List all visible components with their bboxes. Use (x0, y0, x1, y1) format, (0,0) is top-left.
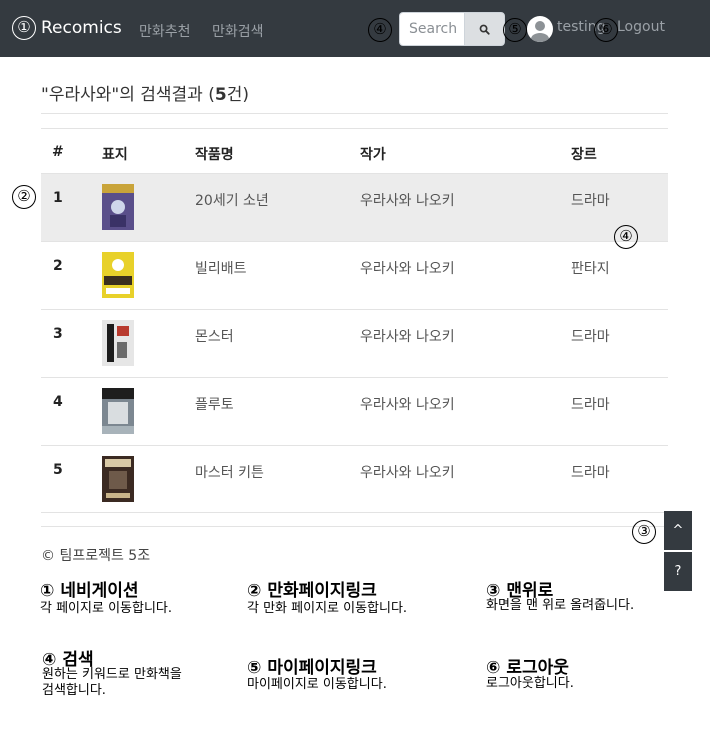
comic-author: 우라사와 나오키 (360, 261, 455, 277)
row-number: 5 (53, 462, 63, 478)
marker-5-mypage: ⑤ (503, 18, 527, 42)
comic-title-link[interactable]: 빌리배트 (195, 258, 247, 278)
comic-title-link[interactable]: 20세기 소년 (195, 190, 269, 210)
table-row[interactable]: 3 몬스터 우라사와 나오키 드라마 (41, 309, 668, 377)
marker-6-logout: ⑥ (594, 18, 618, 42)
comic-genre: 드라마 (571, 329, 610, 345)
comic-genre: 드라마 (571, 193, 610, 209)
help-button[interactable]: ? (664, 552, 692, 591)
result-count: 5 (214, 85, 227, 105)
comic-author: 우라사와 나오키 (360, 465, 455, 481)
legend-desc-mypage: 마이페이지로 이동합니다. (247, 677, 387, 692)
legend-desc-logout: 로그아웃합니다. (486, 676, 574, 691)
legend-desc-search: 원하는 키워드로 만화책을 검색합니다. (42, 667, 182, 698)
table-row[interactable]: 1 20세기 소년 우라사와 나오키 드라마 (41, 173, 668, 241)
user-icon (531, 21, 549, 42)
comic-cover[interactable] (102, 320, 134, 366)
table-row[interactable]: 5 마스터 키튼 우라사와 나오키 드라마 (41, 445, 668, 513)
comic-cover[interactable] (102, 252, 134, 298)
copyright: © 팀프로젝트 5조 (41, 548, 151, 564)
table-top-border (41, 128, 668, 129)
comic-title-link[interactable]: 몬스터 (195, 326, 234, 346)
search-input[interactable] (399, 12, 465, 46)
legend-title-navigation: ① 네비게이션 (40, 581, 139, 601)
heading-suffix: 건) (226, 85, 249, 105)
comic-cover[interactable] (102, 184, 134, 230)
legend-desc-comic-link: 각 만화 페이지로 이동합니다. (247, 601, 408, 616)
nav-link-search[interactable]: 만화검색 (212, 21, 264, 41)
comic-cover[interactable] (102, 388, 134, 434)
marker-4-label: ④ (614, 225, 638, 249)
brand-link[interactable]: Recomics (41, 18, 122, 38)
legend-title-comic-link: ② 만화페이지링크 (247, 581, 377, 601)
comic-genre: 드라마 (571, 465, 610, 481)
comic-genre: 판타지 (571, 261, 610, 277)
avatar[interactable] (527, 16, 553, 42)
comic-cover[interactable] (102, 456, 134, 502)
column-header-genre: 장르 (571, 147, 597, 163)
legend-desc-navigation: 각 페이지로 이동합니다. (40, 601, 172, 616)
marker-2-comic-link: ② (12, 185, 36, 209)
comic-genre: 드라마 (571, 397, 610, 413)
marker-3-scroll-top: ③ (632, 520, 656, 544)
footer-divider (41, 526, 668, 527)
search-result-heading: "우라사와"의 검색결과 (5건) (41, 80, 249, 105)
comic-title-link[interactable]: 마스터 키튼 (195, 462, 264, 482)
column-header-num: # (52, 144, 64, 160)
chevron-up-icon: ^ (672, 523, 684, 538)
marker-4-search: ④ (368, 18, 392, 42)
comic-title-link[interactable]: 플루토 (195, 394, 234, 414)
column-header-title: 작품명 (195, 147, 234, 163)
nav-link-recommend[interactable]: 만화추천 (139, 21, 191, 41)
legend-desc-scroll-top: 화면을 맨 위로 올려줍니다. (486, 598, 635, 613)
heading-prefix: "우라사와"의 검색결과 ( (41, 85, 215, 105)
scroll-to-top-button[interactable]: ^ (664, 511, 692, 550)
legend-title-mypage: ⑤ 마이페이지링크 (247, 658, 377, 678)
search-icon (479, 24, 490, 35)
marker-1-navigation: ① (12, 16, 36, 40)
comic-author: 우라사와 나오키 (360, 397, 455, 413)
help-icon: ? (674, 564, 682, 579)
column-header-cover: 표지 (102, 147, 128, 163)
comic-author: 우라사와 나오키 (360, 329, 455, 345)
table-row[interactable]: 2 빌리배트 우라사와 나오키 판타지 (41, 241, 668, 309)
search-button[interactable] (464, 12, 505, 46)
legend-title-logout: ⑥ 로그아웃 (486, 658, 569, 678)
table-row[interactable]: 4 플루토 우라사와 나오키 드라마 (41, 377, 668, 445)
row-number: 4 (53, 394, 63, 410)
column-header-author: 작가 (360, 147, 386, 163)
row-number: 1 (53, 190, 63, 206)
row-number: 2 (53, 258, 63, 274)
row-number: 3 (53, 326, 63, 342)
comic-author: 우라사와 나오키 (360, 193, 455, 209)
logout-link[interactable]: Logout (617, 19, 665, 35)
divider (41, 113, 668, 114)
